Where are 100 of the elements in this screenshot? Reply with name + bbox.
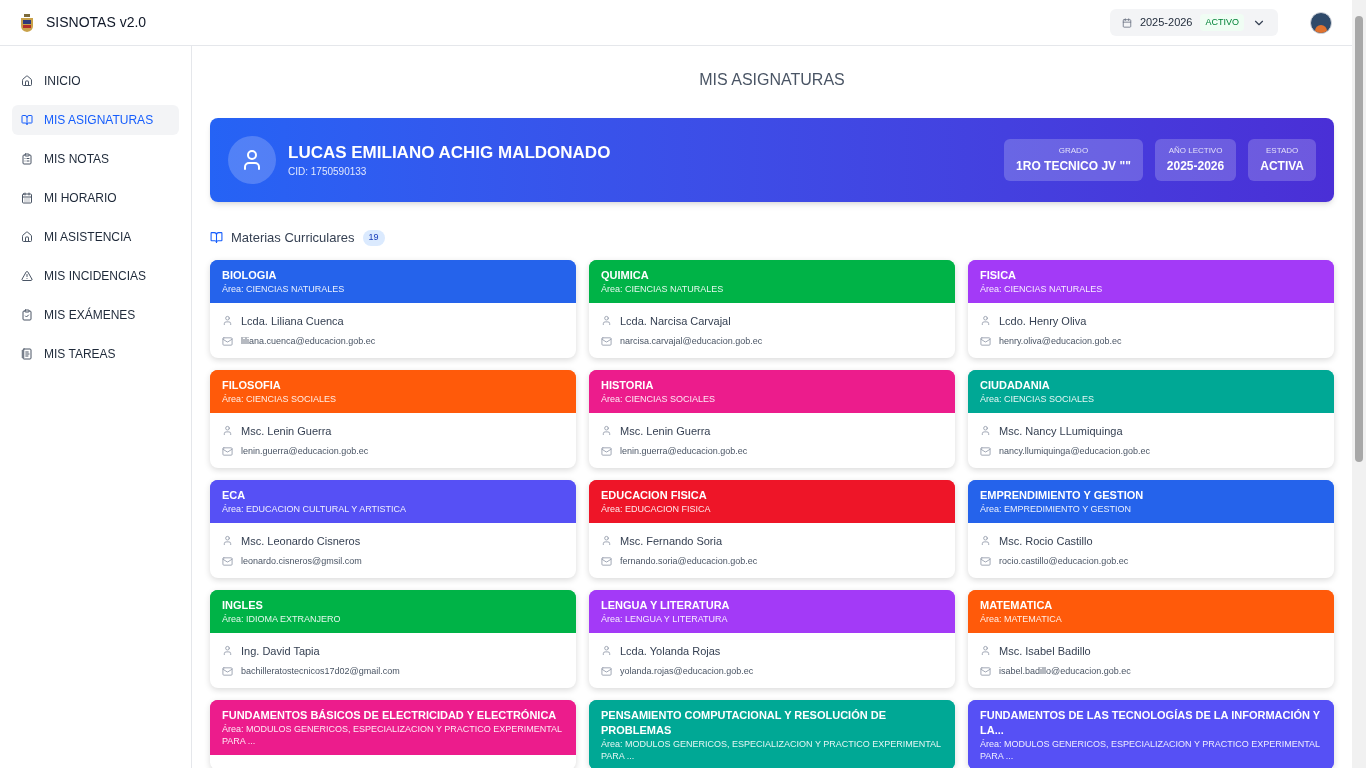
teacher-email: isabel.badillo@educacion.gob.ec bbox=[999, 665, 1131, 678]
subject-title: MATEMATICA bbox=[980, 597, 1054, 613]
mail-icon bbox=[222, 556, 233, 568]
status-badge: ACTIVO bbox=[1200, 13, 1244, 32]
sidebar-item[interactable]: MI HORARIO bbox=[12, 183, 179, 213]
subject-area: Área: MODULOS GENERICOS, ESPECIALIZACION Y PRACTICO EXPERIMENTAL PARA ... bbox=[222, 722, 564, 747]
subject-card[interactable]: HISTORIA Área: CIENCIAS SOCIALES Msc. Lenin Guerra lenin.guerra@educacion.gob.ec bbox=[589, 369, 955, 468]
subject-area: Área: CIENCIAS SOCIALES bbox=[601, 392, 943, 405]
teacher-email: henry.oliva@educacion.gob.ec bbox=[999, 335, 1122, 348]
avatar[interactable] bbox=[1310, 11, 1332, 34]
mail-icon bbox=[980, 666, 991, 678]
subject-card[interactable]: FUNDAMENTOS BÁSICOS DE ELECTRICIDAD Y ELECTRÓNICA Área: MODULOS GENERICOS, ESPECIALIZACION Y PRACTICO EXPERIMENTAL PARA ... bbox=[210, 699, 576, 768]
subject-title: CIUDADANIA bbox=[980, 377, 1051, 393]
home-icon bbox=[21, 231, 33, 243]
subject-title: EDUCACION FISICA bbox=[601, 487, 708, 503]
teacher-name: Msc. Nancy LLumiquinga bbox=[999, 423, 1123, 439]
mail-icon bbox=[601, 666, 612, 678]
book-icon bbox=[210, 231, 223, 245]
person-icon bbox=[601, 425, 612, 437]
stat-label: ESTADO bbox=[1265, 145, 1299, 157]
stat-value: 2025-2026 bbox=[1166, 158, 1225, 175]
teacher-email: liliana.cuenca@educacion.gob.ec bbox=[241, 335, 376, 348]
clipboard-check-icon bbox=[21, 309, 33, 321]
person-icon bbox=[222, 315, 233, 327]
teacher-email: bachilleratostecnicos17d02@gmail.com bbox=[241, 665, 400, 678]
count-badge: 19 bbox=[362, 230, 385, 246]
subject-area: Área: CIENCIAS NATURALES bbox=[980, 282, 1322, 295]
mail-icon bbox=[222, 666, 233, 678]
person-icon bbox=[601, 535, 612, 547]
teacher-email: nancy.llumiquinga@educacion.gob.ec bbox=[999, 445, 1151, 458]
subject-area: Área: CIENCIAS NATURALES bbox=[601, 282, 943, 295]
period-selector[interactable]: 2025-2026 ACTIVO bbox=[1109, 9, 1278, 36]
teacher-email: narcisa.carvajal@educacion.gob.ec bbox=[620, 335, 763, 348]
stat-value: ACTIVA bbox=[1260, 158, 1304, 175]
subject-title: FISICA bbox=[980, 267, 1018, 283]
teacher-name: Lcda. Yolanda Rojas bbox=[620, 643, 721, 659]
subject-title: HISTORIA bbox=[601, 377, 655, 393]
sidebar-item[interactable]: MIS ASIGNATURAS bbox=[12, 105, 179, 135]
person-icon bbox=[601, 315, 612, 327]
stat-label: GRADO bbox=[1058, 145, 1089, 157]
subject-title: PENSAMIENTO COMPUTACIONAL Y RESOLUCIÓN DE PROBLEMAS bbox=[601, 707, 887, 738]
subject-card[interactable]: QUIMICA Área: CIENCIAS NATURALES Lcda. Narcisa Carvajal narcisa.carvajal@educacion.gob.ec bbox=[589, 259, 955, 358]
app-title: SISNOTAS v2.0 bbox=[46, 13, 147, 32]
subject-title: FUNDAMENTOS DE LAS TECNOLOGÍAS DE LA INFORMACIÓN Y LA... bbox=[980, 707, 1321, 738]
subject-card[interactable]: ECA Área: EDUCACION CULTURAL Y ARTISTICA Msc. Leonardo Cisneros leonardo.cisneros@gmsil.com bbox=[210, 479, 576, 578]
subject-card[interactable]: FUNDAMENTOS DE LAS TECNOLOGÍAS DE LA INFORMACIÓN Y LA... Área: MODULOS GENERICOS, ESPECIALIZACION Y PRACTICO EXPERIMENTAL PARA ... bbox=[968, 699, 1334, 768]
sidebar-item[interactable]: MIS EXÁMENES bbox=[12, 300, 179, 330]
teacher-name: Msc. Leonardo Cisneros bbox=[241, 533, 361, 549]
teacher-name: Ing. David Tapia bbox=[241, 643, 320, 659]
mail-icon bbox=[980, 556, 991, 568]
subject-title: ECA bbox=[222, 487, 247, 503]
subject-card[interactable]: EMPRENDIMIENTO Y GESTION Área: EMPREDIMIENTO Y GESTION Msc. Rocio Castillo rocio.castillo@educacion.gob.ec bbox=[968, 479, 1334, 578]
page-title: MIS ASIGNATURAS bbox=[698, 70, 846, 90]
calendar-icon bbox=[21, 192, 33, 204]
warning-icon bbox=[21, 270, 33, 282]
person-icon bbox=[222, 535, 233, 547]
mail-icon bbox=[980, 336, 991, 348]
clipboard-icon bbox=[21, 153, 33, 165]
stat-value: 1RO TECNICO JV "" bbox=[1016, 158, 1131, 175]
mail-icon bbox=[601, 556, 612, 568]
book-icon bbox=[21, 114, 33, 126]
sidebar-item[interactable]: MI ASISTENCIA bbox=[12, 222, 179, 252]
subject-card[interactable]: LENGUA Y LITERATURA Área: LENGUA Y LITERATURA Lcda. Yolanda Rojas yolanda.rojas@educacion.gob.ec bbox=[589, 589, 955, 688]
sidebar-item[interactable]: MIS TAREAS bbox=[12, 339, 179, 369]
subject-card[interactable]: MATEMATICA Área: MATEMATICA Msc. Isabel Badillo isabel.badillo@educacion.gob.ec bbox=[968, 589, 1334, 688]
person-icon bbox=[222, 425, 233, 437]
scrollbar[interactable] bbox=[1352, 0, 1366, 768]
teacher-email: fernando.soria@educacion.gob.ec bbox=[620, 555, 758, 568]
subject-area: Área: CIENCIAS NATURALES bbox=[222, 282, 564, 295]
crest-logo-icon bbox=[20, 13, 34, 32]
home-icon bbox=[21, 75, 33, 87]
subject-card[interactable]: FILOSOFIA Área: CIENCIAS SOCIALES Msc. Lenin Guerra lenin.guerra@educacion.gob.ec bbox=[210, 369, 576, 468]
subject-area: Área: LENGUA Y LITERATURA bbox=[601, 612, 943, 625]
subject-card[interactable]: FISICA Área: CIENCIAS NATURALES Lcdo. Henry Oliva henry.oliva@educacion.gob.ec bbox=[968, 259, 1334, 358]
teacher-email: rocio.castillo@educacion.gob.ec bbox=[999, 555, 1129, 568]
subject-title: INGLES bbox=[222, 597, 264, 613]
teacher-name: Msc. Isabel Badillo bbox=[999, 643, 1091, 659]
subject-card[interactable]: INGLES Área: IDIOMA EXTRANJERO Ing. David Tapia bachilleratostecnicos17d02@gmail.com bbox=[210, 589, 576, 688]
subject-title: BIOLOGIA bbox=[222, 267, 278, 283]
subject-area: Área: MODULOS GENERICOS, ESPECIALIZACION Y PRACTICO EXPERIMENTAL PARA ... bbox=[601, 737, 943, 762]
subject-title: FUNDAMENTOS BÁSICOS DE ELECTRICIDAD Y ELECTRÓNICA bbox=[222, 707, 558, 723]
sidebar-item[interactable]: INICIO bbox=[12, 66, 179, 96]
student-cid: CID: 1750590133 bbox=[288, 164, 368, 179]
mail-icon bbox=[601, 446, 612, 458]
subject-card[interactable]: BIOLOGIA Área: CIENCIAS NATURALES Lcda. Liliana Cuenca liliana.cuenca@educacion.gob.ec bbox=[210, 259, 576, 358]
teacher-email: lenin.guerra@educacion.gob.ec bbox=[620, 445, 748, 458]
mail-icon bbox=[222, 336, 233, 348]
subject-area: Área: EMPREDIMIENTO Y GESTION bbox=[980, 502, 1322, 515]
sidebar-item[interactable]: MIS NOTAS bbox=[12, 144, 179, 174]
subject-area: Área: CIENCIAS SOCIALES bbox=[980, 392, 1322, 405]
teacher-name: Lcdo. Henry Oliva bbox=[999, 313, 1087, 329]
person-icon bbox=[980, 535, 991, 547]
mail-icon bbox=[601, 336, 612, 348]
subject-card[interactable]: EDUCACION FISICA Área: EDUCACION FISICA Msc. Fernando Soria fernando.soria@educacion.gob.ec bbox=[589, 479, 955, 578]
subject-card[interactable]: CIUDADANIA Área: CIENCIAS SOCIALES Msc. Nancy LLumiquinga nancy.llumiquinga@educacion.gob.ec bbox=[968, 369, 1334, 468]
mail-icon bbox=[980, 446, 991, 458]
subject-area: Área: MATEMATICA bbox=[980, 612, 1322, 625]
teacher-name: Msc. Rocio Castillo bbox=[999, 533, 1093, 549]
person-icon bbox=[601, 645, 612, 657]
sidebar-item[interactable]: MIS INCIDENCIAS bbox=[12, 261, 179, 291]
